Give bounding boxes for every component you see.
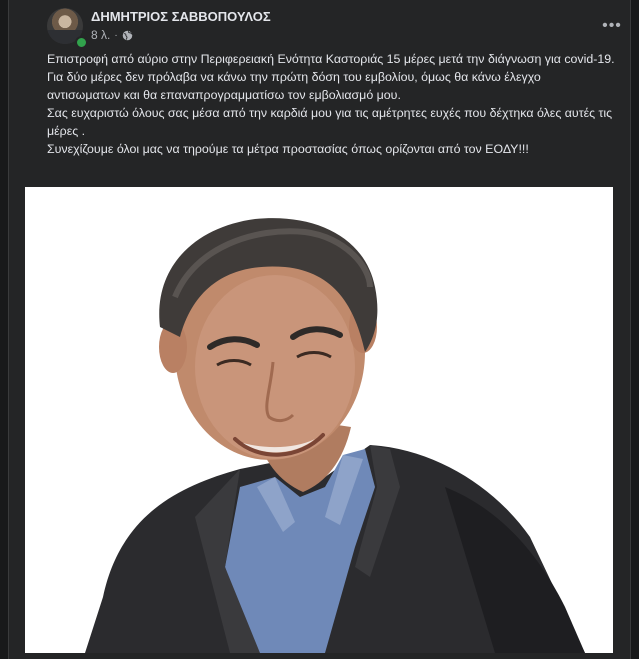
post-meta: 8 λ. · bbox=[91, 28, 133, 42]
post-paragraph: Συνεχίζουμε όλοι μας να τηρούμε τα μέτρα… bbox=[47, 142, 529, 156]
post-body: Επιστροφή από αύριο στην Περιφερειακή Εν… bbox=[47, 50, 615, 158]
more-options-icon[interactable]: ••• bbox=[600, 18, 624, 38]
online-status-indicator bbox=[75, 36, 88, 49]
post-card: ΔΗΜΗΤΡΙΟΣ ΣΑΒΒΟΠΟΥΛΟΣ 8 λ. · ••• Επιστρο… bbox=[8, 0, 631, 659]
post-header: ΔΗΜΗΤΡΙΟΣ ΣΑΒΒΟΠΟΥΛΟΣ 8 λ. · ••• bbox=[37, 6, 627, 49]
post-paragraph: Για δύο μέρες δεν πρόλαβα να κάνω την πρ… bbox=[47, 70, 541, 102]
post-photo[interactable] bbox=[25, 187, 613, 653]
author-name[interactable]: ΔΗΜΗΤΡΙΟΣ ΣΑΒΒΟΠΟΥΛΟΣ bbox=[91, 9, 271, 24]
post-paragraph: Επιστροφή από αύριο στην Περιφερειακή Εν… bbox=[47, 52, 615, 66]
globe-icon[interactable] bbox=[122, 30, 133, 41]
post-paragraph: Σας ευχαριστώ όλους σας μέσα από την καρ… bbox=[47, 106, 613, 138]
post-timestamp[interactable]: 8 λ. bbox=[91, 28, 110, 42]
portrait-image bbox=[25, 187, 613, 653]
meta-separator: · bbox=[114, 29, 118, 41]
